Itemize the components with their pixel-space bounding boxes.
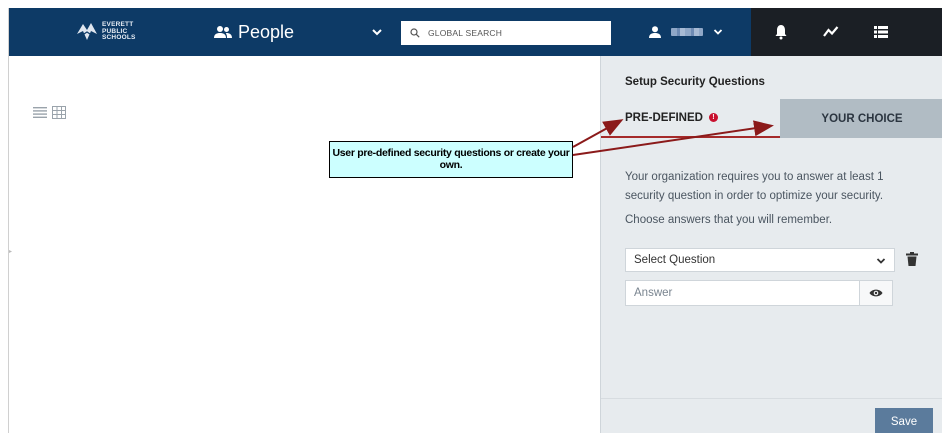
callout-box: User pre-defined security questions or c… — [329, 141, 573, 178]
user-icon — [649, 26, 661, 38]
logo[interactable]: Everett Public Schools — [75, 14, 145, 50]
hint-text: Choose answers that you will remember. — [625, 214, 833, 226]
question-select[interactable]: Select Question — [625, 248, 895, 272]
eye-icon — [869, 289, 883, 297]
answer-input[interactable] — [626, 281, 859, 305]
app-window: Everett Public Schools People — [8, 8, 942, 433]
list-view-icon[interactable] — [33, 106, 47, 119]
logo-text: Everett Public Schools — [102, 22, 136, 42]
tab-your-choice[interactable]: YOUR CHOICE — [780, 99, 942, 138]
topbar-actions — [751, 8, 942, 56]
chevron-down-icon — [713, 29, 723, 35]
panel-title: Setup Security Questions — [625, 76, 765, 88]
activity-icon[interactable] — [823, 24, 839, 40]
search-input[interactable] — [428, 28, 598, 38]
list-icon[interactable] — [873, 24, 889, 40]
grid-view-icon[interactable] — [52, 106, 66, 119]
view-toggle — [33, 106, 66, 119]
tab-label: YOUR CHOICE — [821, 112, 903, 125]
tabs: PRE-DEFINED ! YOUR CHOICE — [601, 99, 942, 138]
save-button[interactable]: Save — [875, 408, 933, 433]
logo-mark-icon — [77, 23, 97, 40]
answer-field — [625, 280, 893, 306]
app-switcher[interactable]: People — [214, 18, 294, 46]
user-menu[interactable] — [649, 22, 723, 42]
app-name: People — [238, 21, 295, 42]
alert-icon: ! — [708, 113, 718, 122]
collapse-handle[interactable]: ▸ — [9, 248, 13, 256]
select-value: Select Question — [634, 254, 716, 266]
security-questions-panel: Setup Security Questions PRE-DEFINED ! Y… — [600, 56, 942, 433]
people-icon — [214, 26, 232, 38]
user-name-redacted — [671, 28, 703, 36]
top-bar: Everett Public Schools People — [9, 8, 942, 56]
tab-label: PRE-DEFINED — [625, 111, 703, 124]
logo-text-line: Schools — [102, 34, 136, 42]
tab-pre-defined[interactable]: PRE-DEFINED ! — [601, 99, 780, 138]
trash-icon[interactable] — [906, 252, 918, 266]
show-answer-button[interactable] — [859, 281, 892, 305]
global-search[interactable] — [401, 21, 611, 45]
bell-icon[interactable] — [773, 24, 789, 40]
chevron-down-icon[interactable] — [371, 26, 383, 38]
chevron-down-icon — [876, 258, 886, 264]
search-icon — [410, 28, 420, 38]
requirement-text: Your organization requires you to answer… — [625, 171, 884, 202]
